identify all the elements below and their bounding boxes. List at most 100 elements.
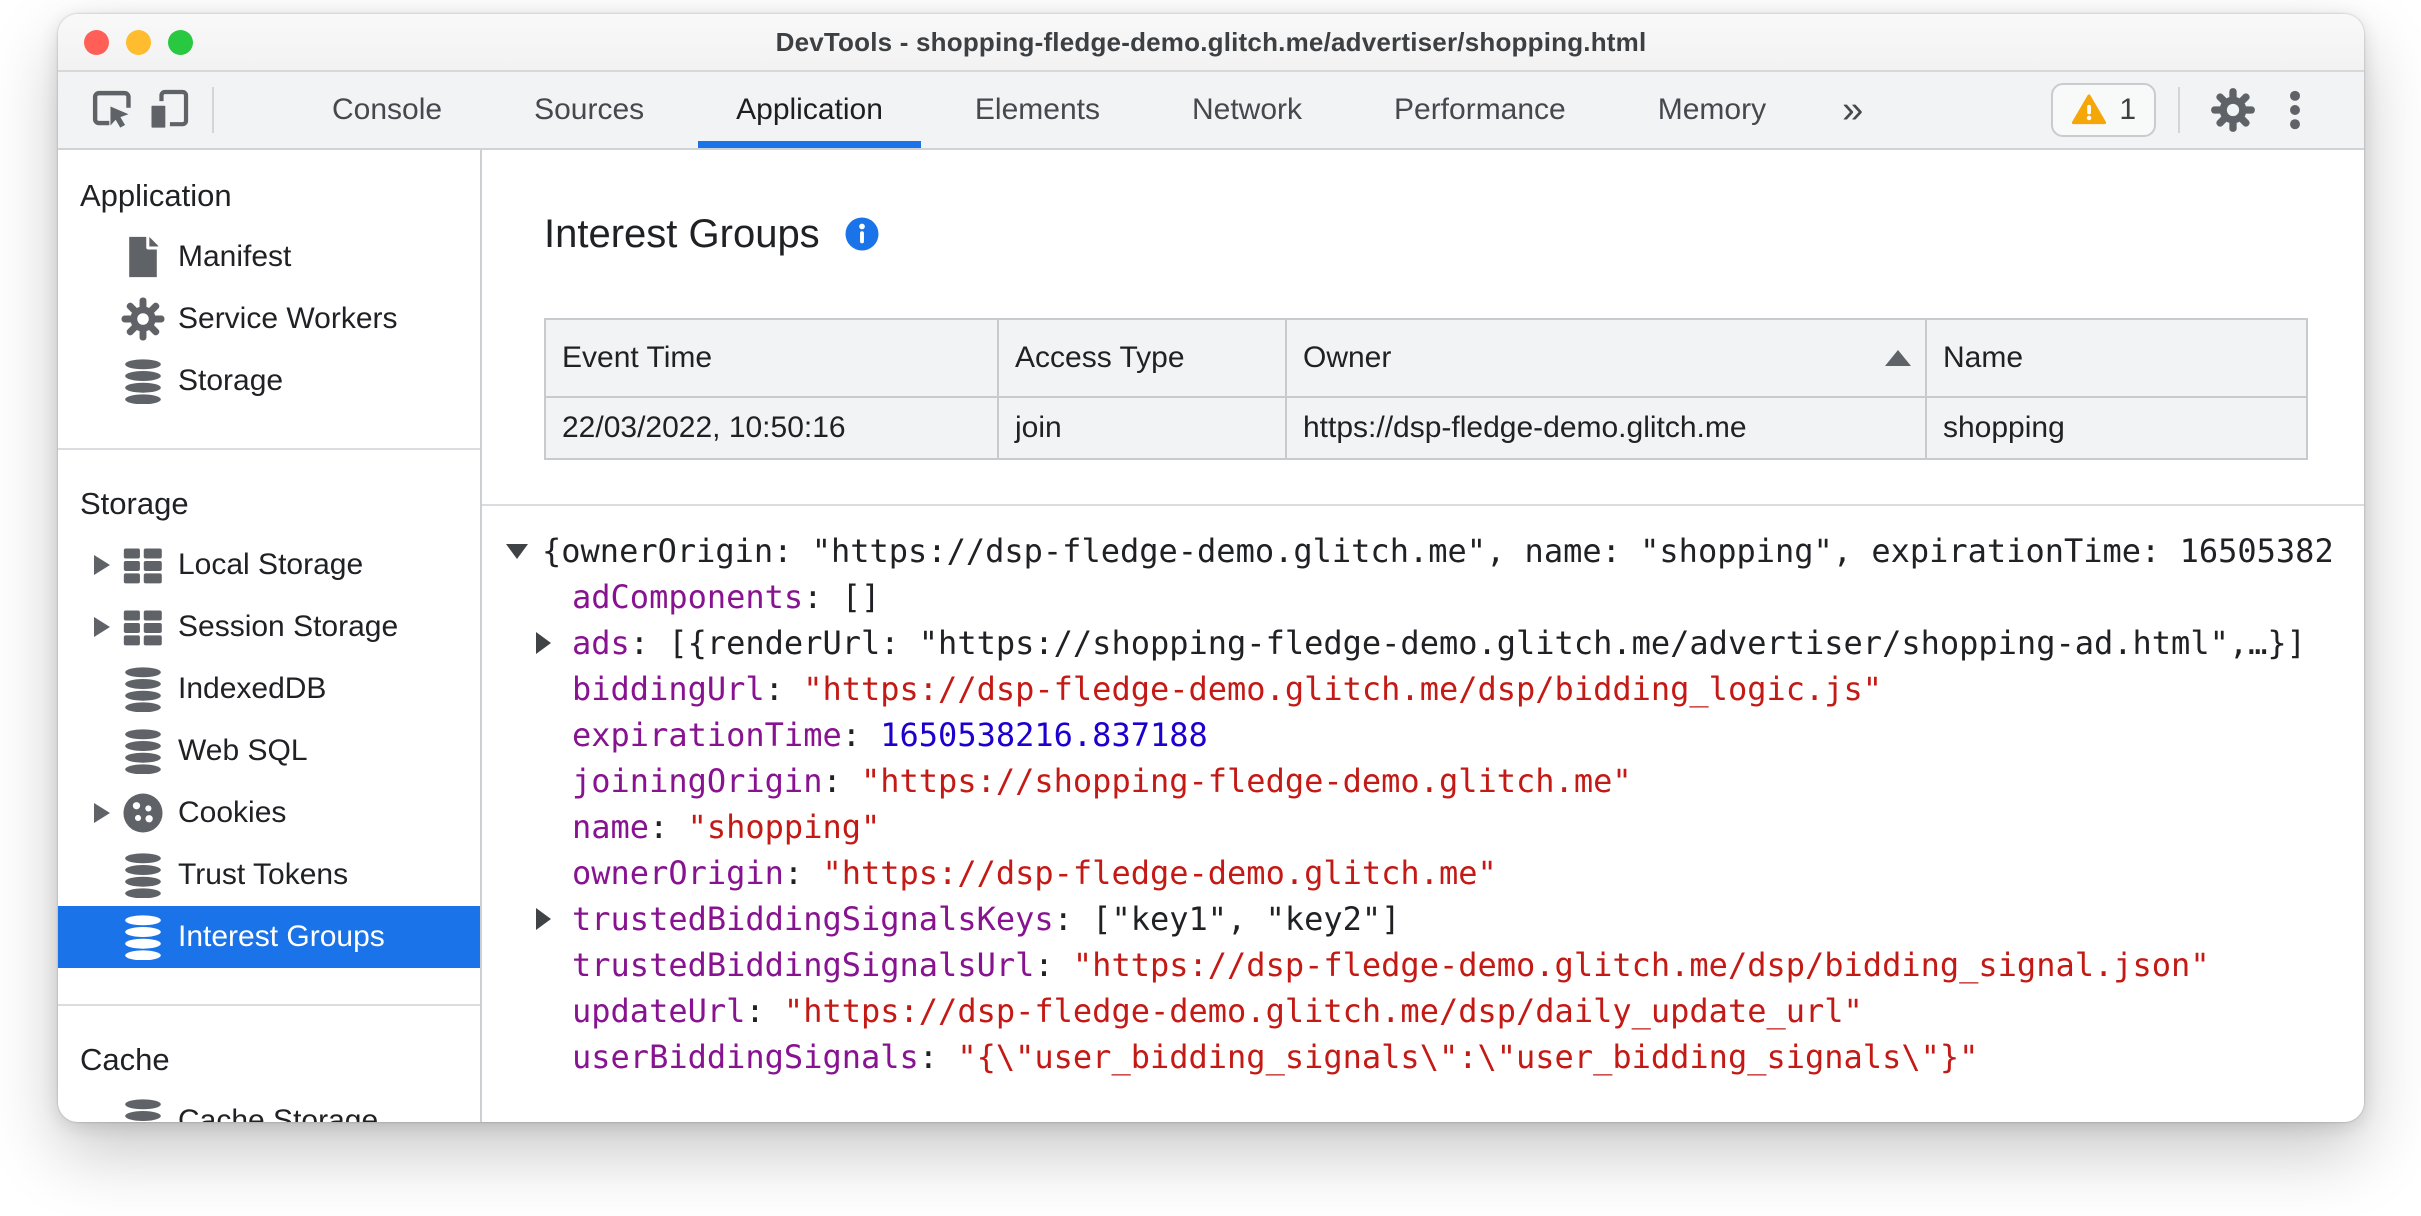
tab-memory[interactable]: Memory bbox=[1612, 72, 1812, 148]
tree-expander-icon[interactable] bbox=[536, 908, 551, 930]
tree-row: name: "shopping" bbox=[536, 804, 2364, 850]
application-sidebar: Application Manifest Service Workers Storag… bbox=[58, 150, 482, 1122]
inspect-cursor-icon bbox=[92, 90, 131, 128]
menu-button[interactable] bbox=[2264, 87, 2326, 133]
more-tabs-button[interactable]: » bbox=[1812, 72, 1893, 148]
column-header-label: Event Time bbox=[562, 341, 713, 374]
sidebar-section-header-application: Application bbox=[80, 178, 232, 213]
toolbar-separator bbox=[2178, 87, 2180, 133]
minimize-button[interactable] bbox=[126, 29, 151, 55]
zoom-button[interactable] bbox=[168, 29, 193, 55]
inspect-element-button[interactable] bbox=[84, 72, 140, 148]
expander-triangle-icon[interactable] bbox=[94, 803, 110, 823]
titlebar: DevTools - shopping-fledge-demo.glitch.m… bbox=[58, 14, 2364, 72]
tree-text-string: "https://dsp-fledge-demo.glitch.me" bbox=[822, 854, 1497, 892]
tree-text-key: biddingUrl bbox=[572, 670, 765, 708]
tab-console[interactable]: Console bbox=[286, 72, 488, 148]
tree-text-plain: {ownerOrigin: "https://dsp-fledge-demo.g… bbox=[542, 532, 2334, 570]
sidebar-item-label: Session Storage bbox=[178, 610, 399, 643]
tab-sources[interactable]: Sources bbox=[488, 72, 690, 148]
database-icon bbox=[120, 666, 166, 712]
devtools-content: Application Manifest Service Workers Storag… bbox=[58, 150, 2364, 1122]
devtools-window: DevTools - shopping-fledge-demo.glitch.m… bbox=[58, 14, 2364, 1122]
tree-row[interactable]: {ownerOrigin: "https://dsp-fledge-demo.g… bbox=[506, 528, 2364, 574]
sidebar-item-label: Web SQL bbox=[178, 734, 308, 767]
tree-text-string: "https://shopping-fledge-demo.glitch.me" bbox=[860, 762, 1632, 800]
tree-text-plain: : bbox=[783, 854, 823, 892]
expander-triangle-icon[interactable] bbox=[94, 555, 110, 575]
document-icon bbox=[120, 234, 166, 280]
tree-expander-icon[interactable] bbox=[506, 543, 528, 559]
cookie-icon bbox=[120, 790, 166, 836]
tree-row: joiningOrigin: "https://shopping-fledge-… bbox=[536, 758, 2364, 804]
interest-group-json-tree: {ownerOrigin: "https://dsp-fledge-demo.g… bbox=[482, 528, 2364, 1080]
sidebar-item-label: Trust Tokens bbox=[178, 858, 349, 891]
tree-text-key: ads bbox=[572, 624, 630, 662]
tab-performance[interactable]: Performance bbox=[1348, 72, 1612, 148]
tree-expander-icon[interactable] bbox=[536, 632, 551, 654]
tab-elements[interactable]: Elements bbox=[929, 72, 1146, 148]
column-header-access-type[interactable]: Access Type bbox=[997, 318, 1287, 398]
sidebar-item-local-storage[interactable]: Local Storage bbox=[58, 534, 480, 596]
tree-row[interactable]: trustedBiddingSignalsKeys: ["key1", "key… bbox=[536, 896, 2364, 942]
tree-row: adComponents: [] bbox=[536, 574, 2364, 620]
sidebar-item-label: Interest Groups bbox=[178, 920, 385, 953]
close-button[interactable] bbox=[84, 29, 109, 55]
sidebar-item-cookies[interactable]: Cookies bbox=[58, 782, 480, 844]
chevron-double-right-icon: » bbox=[1842, 88, 1864, 131]
table-icon bbox=[120, 604, 166, 650]
warning-badge[interactable]: 1 bbox=[2051, 83, 2156, 137]
sidebar-item-session-storage[interactable]: Session Storage bbox=[58, 596, 480, 658]
toolbar-separator bbox=[212, 87, 214, 133]
tab-application[interactable]: Application bbox=[690, 72, 929, 148]
sidebar-item-service-workers[interactable]: Service Workers bbox=[58, 288, 480, 350]
table-row[interactable]: 22/03/2022, 10:50:16 join https://dsp-fled… bbox=[544, 396, 2308, 460]
column-header-name[interactable]: Name bbox=[1925, 318, 2308, 398]
database-icon bbox=[120, 914, 166, 960]
tree-text-string: "https://dsp-fledge-demo.glitch.me/dsp/b… bbox=[1072, 946, 2210, 984]
tree-text-key: ownerOrigin bbox=[572, 854, 784, 892]
tree-text-key: trustedBiddingSignalsUrl bbox=[572, 946, 1035, 984]
sidebar-item-indexeddb[interactable]: IndexedDB bbox=[58, 658, 480, 720]
traffic-lights bbox=[84, 14, 193, 70]
tree-text-key: adComponents bbox=[572, 578, 804, 616]
tree-text-number: 1650538216.837188 bbox=[880, 716, 1208, 754]
cell-name: shopping bbox=[1925, 396, 2308, 460]
tree-row[interactable]: ads: [{renderUrl: "https://shopping-fled… bbox=[536, 620, 2364, 666]
tree-row: userBiddingSignals: "{\"user_bidding_sig… bbox=[536, 1034, 2364, 1080]
column-header-event-time[interactable]: Event Time bbox=[544, 318, 999, 398]
sidebar-section-divider bbox=[58, 1004, 480, 1006]
warning-icon bbox=[2072, 94, 2107, 125]
sidebar-item-web-sql[interactable]: Web SQL bbox=[58, 720, 480, 782]
sidebar-item-label: Local Storage bbox=[178, 548, 364, 581]
panel-tabs: Console Sources Application Elements Network… bbox=[286, 72, 1812, 148]
tree-text-plain: : [{renderUrl: "https://shopping-fledge-… bbox=[629, 624, 2306, 662]
tree-text-plain: : bbox=[764, 670, 804, 708]
sidebar-item-storage[interactable]: Storage bbox=[58, 350, 480, 412]
device-toolbar-button[interactable] bbox=[140, 72, 196, 148]
panel-header: Interest Groups bbox=[544, 204, 2364, 264]
devtools-toolbar: Console Sources Application Elements Network… bbox=[58, 72, 2364, 150]
sidebar-item-cache-storage[interactable]: Cache Storage bbox=[58, 1090, 480, 1122]
column-header-label: Access Type bbox=[1015, 341, 1185, 374]
tree-text-key: updateUrl bbox=[572, 992, 746, 1030]
tree-row: biddingUrl: "https://dsp-fledge-demo.gli… bbox=[536, 666, 2364, 712]
tab-network[interactable]: Network bbox=[1146, 72, 1348, 148]
sidebar-section-header-storage: Storage bbox=[80, 486, 189, 521]
column-header-owner[interactable]: Owner bbox=[1285, 318, 1927, 398]
tree-text-plain: : bbox=[918, 1038, 958, 1076]
sidebar-section-header-cache: Cache bbox=[80, 1042, 170, 1077]
tree-text-plain: : bbox=[822, 762, 861, 800]
tree-text-string: "shopping" bbox=[687, 808, 881, 846]
sidebar-item-label: Service Workers bbox=[178, 302, 398, 335]
info-icon[interactable] bbox=[844, 216, 880, 252]
sidebar-item-manifest[interactable]: Manifest bbox=[58, 226, 480, 288]
sidebar-item-label: IndexedDB bbox=[178, 672, 327, 705]
sidebar-item-interest-groups[interactable]: Interest Groups bbox=[58, 906, 480, 968]
tree-text-key: userBiddingSignals bbox=[572, 1038, 919, 1076]
tree-text-key: trustedBiddingSignalsKeys bbox=[572, 900, 1054, 938]
expander-triangle-icon[interactable] bbox=[94, 617, 110, 637]
settings-button[interactable] bbox=[2202, 87, 2264, 133]
tree-text-key: name bbox=[572, 808, 650, 846]
sidebar-item-trust-tokens[interactable]: Trust Tokens bbox=[58, 844, 480, 906]
